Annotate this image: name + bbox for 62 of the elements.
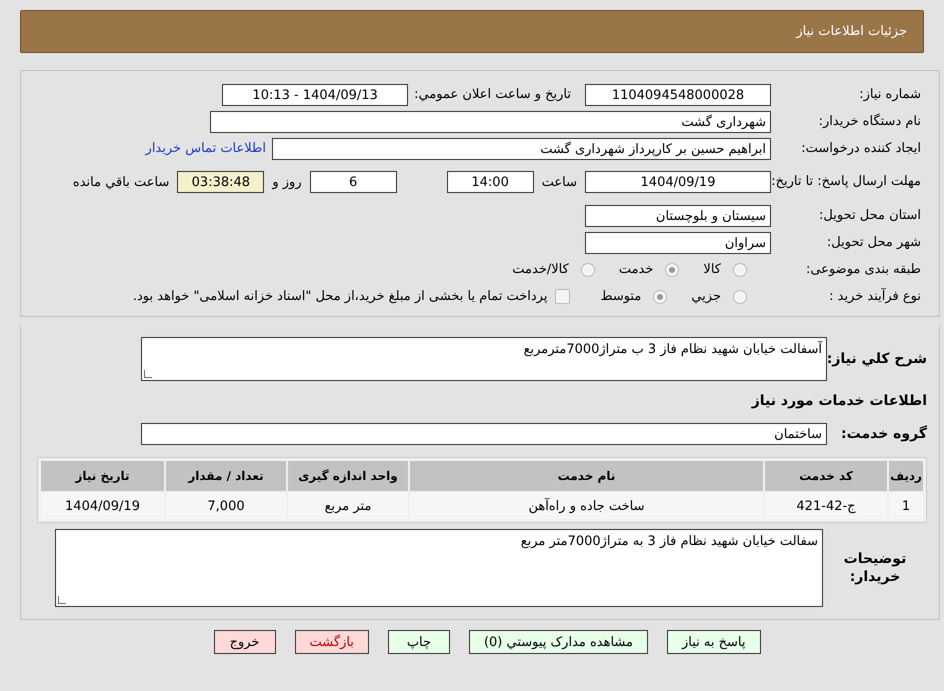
column-header: تاریخ نیاز — [41, 461, 164, 491]
deadline-time-field: 14:00 — [446, 171, 534, 193]
need-number-field: 1104094548000028 — [585, 84, 771, 106]
field-label: گروه خدمت: — [840, 426, 927, 442]
province-field: سیستان و بلوچستان — [585, 204, 771, 226]
checkbox[interactable] — [555, 289, 570, 304]
days-field: 6 — [310, 171, 397, 193]
creator-field: ابراهیم حسین بر کارپرداز شهرداری گشت — [272, 138, 771, 160]
field-label: توضیحات خریدار: — [842, 550, 908, 586]
field-label: شهر محل تحویل: — [826, 235, 921, 250]
action-button[interactable]: بازگشت — [294, 630, 369, 654]
table-cell: 1404/09/19 — [41, 493, 164, 519]
field-label: تاریخ و ساعت اعلان عمومي: — [414, 87, 571, 102]
resize-grip-icon — [58, 596, 66, 604]
section-heading: اطلاعات خدمات مورد نیاز — [750, 393, 927, 409]
radio-label: متوسط — [600, 289, 642, 304]
remaining-label: ساعت باقي مانده — [72, 174, 170, 190]
field-label: استان محل تحویل: — [818, 208, 921, 223]
table-cell: 7,000 — [166, 493, 286, 519]
column-header: کد خدمت — [765, 461, 887, 491]
radio-button[interactable] — [733, 262, 747, 276]
time-label: ساعت — [542, 174, 577, 190]
contact-link[interactable]: اطلاعات تماس خریدار — [146, 141, 266, 156]
action-button[interactable]: خروج — [214, 630, 276, 654]
deadline-date-field: 1404/09/19 — [585, 171, 771, 193]
action-button[interactable]: پاسخ به نیاز — [667, 630, 760, 654]
radio-button[interactable] — [733, 290, 747, 304]
buyer-notes-textarea[interactable]: سفالت خیابان شهید نظام فاز 3 به متراژ7000متر مربع — [55, 529, 823, 607]
table-cell: متر مربع — [288, 493, 408, 519]
page-title: جزئیات اطلاعات نیاز — [796, 24, 907, 39]
field-label: مهلت ارسال پاسخ: تا تاریخ: — [771, 174, 921, 190]
table-cell: 1 — [889, 493, 923, 519]
column-header: واحد اندازه گیری — [288, 461, 408, 491]
radio-label: خدمت — [618, 262, 654, 277]
service-group-field: ساختمان — [141, 423, 827, 445]
action-button[interactable]: مشاهده مدارک پیوستي (0) — [468, 630, 648, 654]
field-label: نوع فرآیند خرید : — [828, 289, 921, 304]
field-label: طبقه بندی موضوعی: — [804, 262, 921, 277]
action-button[interactable]: چاپ — [388, 630, 450, 654]
city-field: سراوان — [585, 232, 771, 254]
radio-button[interactable] — [665, 262, 680, 276]
radio-button[interactable] — [653, 290, 668, 304]
description-textarea[interactable]: آسفالت خیابان شهید نظام فاز 3 ب متراژ7000مترمربع — [141, 337, 827, 381]
remaining-time-field: 03:38:48 — [177, 171, 264, 193]
column-header: نام خدمت — [410, 461, 763, 491]
resize-grip-icon — [144, 370, 152, 378]
column-header: ردیف — [889, 461, 923, 491]
column-header: تعداد / مقدار — [166, 461, 286, 491]
radio-button[interactable] — [580, 262, 595, 276]
field-label: نام دستگاه خریدار: — [818, 114, 921, 129]
radio-label: کالا/خدمت — [512, 262, 569, 277]
buyer-field: شهرداری گشت — [210, 110, 771, 132]
radio-label: جزيي — [691, 289, 721, 304]
field-label: ایجاد کننده درخواست: — [800, 141, 921, 156]
table-cell: ج-42-421 — [765, 493, 887, 519]
field-label: شرح كلي نياز: — [827, 351, 927, 367]
radio-label: کالا — [703, 262, 721, 277]
field-label: شماره نیاز: — [858, 87, 921, 102]
checkbox-label: پرداخت تمام یا بخشی از مبلغ خرید،از محل "اسناد خزانه اسلامی" خواهد بود. — [132, 289, 548, 304]
table-cell: ساخت جاده و راه‌آهن — [410, 493, 763, 519]
announce-date-field: 1404/09/13 - 10:13 — [222, 84, 408, 106]
days-label: روز و — [272, 174, 302, 190]
